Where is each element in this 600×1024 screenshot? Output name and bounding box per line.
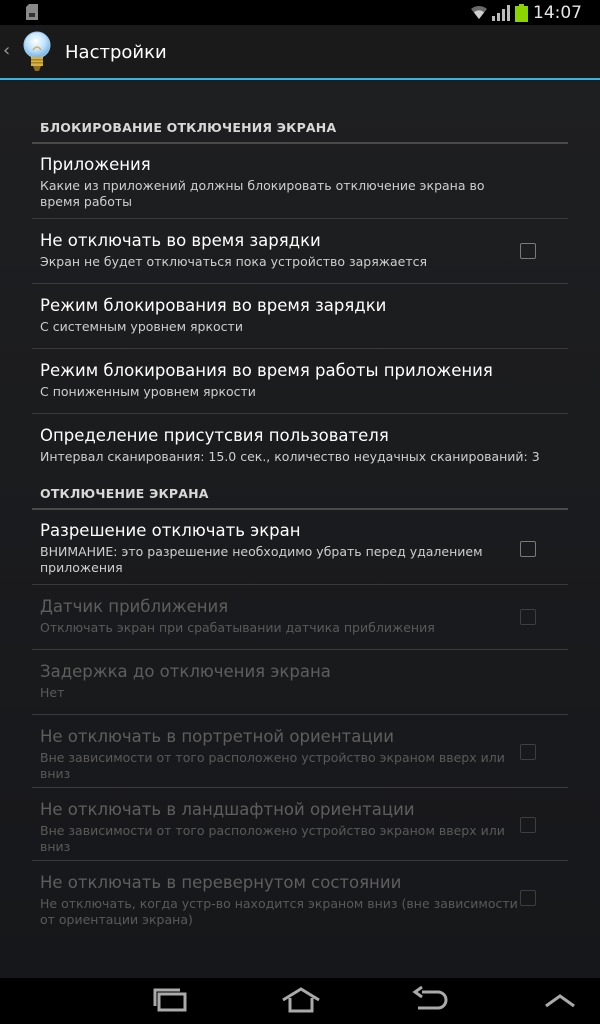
checkbox (520, 817, 536, 833)
home-icon[interactable] (280, 986, 322, 1014)
preferences-list[interactable]: БЛОКИРОВАНИЕ ОТКЛЮЧЕНИЯ ЭКРАНА Приложени… (0, 82, 600, 978)
pref-apps[interactable]: Приложения Какие из приложений должны бл… (32, 154, 568, 219)
lightbulb-icon[interactable] (20, 30, 54, 74)
status-bar: 14:07 (0, 0, 600, 25)
status-clock: 14:07 (533, 3, 582, 23)
pref-proximity: Датчик приближения Отключать экран при с… (32, 596, 568, 650)
pref-summary: Вне зависимости от того расположено устр… (40, 823, 505, 854)
pref-title: Не отключать в портретной ориентации (40, 727, 395, 746)
section-header-off: ОТКЛЮЧЕНИЕ ЭКРАНА (32, 486, 568, 510)
checkbox (520, 744, 536, 760)
pref-summary: ВНИМАНИЕ: это разрешение необходимо убра… (40, 544, 483, 575)
recent-apps-icon[interactable] (150, 986, 190, 1014)
pref-delay: Задержка до отключения экрана Нет (32, 661, 568, 715)
pref-summary: Интервал сканирования: 15.0 сек., количе… (40, 449, 540, 464)
chevron-up-icon[interactable] (542, 986, 578, 1014)
pref-summary: Вне зависимости от того расположено устр… (40, 750, 505, 781)
pref-summary: С пониженным уровнем яркости (40, 384, 256, 399)
pref-title: Приложения (40, 155, 151, 174)
pref-portrait: Не отключать в портретной ориентации Вне… (32, 726, 568, 788)
pref-title: Режим блокирования во время работы прило… (40, 361, 493, 380)
back-icon[interactable] (410, 986, 450, 1014)
pref-upside-down: Не отключать в перевернутом состоянии Не… (32, 872, 568, 934)
pref-summary: Какие из приложений должны блокировать о… (40, 178, 485, 209)
checkbox (520, 609, 536, 625)
pref-title: Задержка до отключения экрана (40, 662, 331, 681)
checkbox (520, 890, 536, 906)
pref-charging-mode[interactable]: Режим блокирования во время зарядки С си… (32, 295, 568, 349)
pref-title: Разрешение отключать экран (40, 521, 301, 540)
pref-summary: Отключать экран при срабатывании датчика… (40, 620, 435, 635)
pref-summary: Не отключать, когда устр-во находится эк… (40, 896, 518, 927)
checkbox[interactable] (520, 243, 536, 259)
sd-card-icon (26, 4, 38, 20)
pref-title: Режим блокирования во время зарядки (40, 296, 387, 315)
pref-app-mode[interactable]: Режим блокирования во время работы прило… (32, 360, 568, 414)
pref-presence[interactable]: Определение присутсвия пользователя Инте… (32, 425, 568, 473)
pref-landscape: Не отключать в ландшафтной ориентации Вн… (32, 799, 568, 861)
checkbox[interactable] (520, 541, 536, 557)
section-header-lock: БЛОКИРОВАНИЕ ОТКЛЮЧЕНИЯ ЭКРАНА (32, 120, 568, 144)
pref-summary: Экран не будет отключаться пока устройст… (40, 254, 428, 269)
pref-summary: Нет (40, 685, 65, 700)
signal-icon (492, 5, 510, 21)
pref-title: Не отключать в перевернутом состоянии (40, 873, 402, 892)
wifi-icon (471, 5, 487, 19)
pref-title: Датчик приближения (40, 597, 229, 616)
battery-icon (515, 4, 528, 22)
up-navigation-icon[interactable]: ‹ (3, 40, 10, 61)
pref-title: Не отключать во время зарядки (40, 231, 321, 250)
pref-title: Не отключать в ландшафтной ориентации (40, 800, 415, 819)
pref-allow-off[interactable]: Разрешение отключать экран ВНИМАНИЕ: это… (32, 520, 568, 585)
pref-no-off-charging[interactable]: Не отключать во время зарядки Экран не б… (32, 230, 568, 284)
section-header-label: БЛОКИРОВАНИЕ ОТКЛЮЧЕНИЯ ЭКРАНА (40, 120, 337, 135)
page-title: Настройки (65, 42, 167, 63)
navigation-bar (0, 978, 600, 1024)
pref-title: Определение присутсвия пользователя (40, 426, 389, 445)
section-header-label: ОТКЛЮЧЕНИЕ ЭКРАНА (40, 486, 209, 501)
action-bar: ‹ Настройки (0, 25, 600, 80)
pref-summary: С системным уровнем яркости (40, 319, 243, 334)
